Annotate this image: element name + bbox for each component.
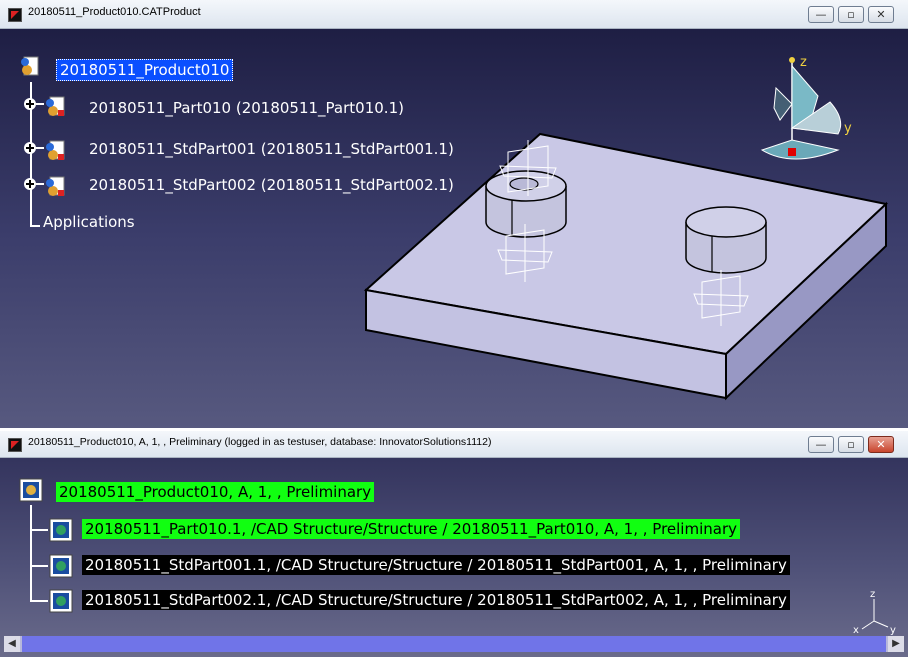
expand-plus-icon[interactable] xyxy=(24,178,44,190)
part-doc-icon xyxy=(49,518,73,542)
specification-tree: 20180511_Product010 20180511_Part010 (20… xyxy=(0,0,480,428)
pdm-item-label: 20180511_StdPart002.1, /CAD Structure/St… xyxy=(82,590,790,610)
boss-cylinder-left xyxy=(485,170,567,238)
product-doc-icon xyxy=(19,478,43,502)
part-doc-icon xyxy=(49,589,73,613)
scroll-right-arrow-icon[interactable]: ▶ xyxy=(888,636,904,652)
tree-root-label[interactable]: 20180511_Product010 xyxy=(56,59,234,81)
tree-item-applications[interactable]: Applications xyxy=(40,213,138,231)
scroll-left-arrow-icon[interactable]: ◀ xyxy=(4,636,20,652)
tree-item-label: 20180511_StdPart002 (20180511_StdPart002… xyxy=(89,176,454,194)
pdm-root-label[interactable]: 20180511_Product010, A, 1, , Preliminary xyxy=(56,482,375,502)
catia-product-window: 20180511_Product010.CATProduct — ▫ ✕ z y… xyxy=(0,0,908,428)
pdm-item-label: 20180511_Part010.1, /CAD Structure/Struc… xyxy=(82,519,740,539)
expand-plus-icon[interactable] xyxy=(24,142,44,154)
compass-y-label: y xyxy=(844,121,852,136)
horizontal-scrollbar[interactable]: ◀ ▶ xyxy=(4,636,904,652)
axis-triad-icon: z x y xyxy=(853,589,896,636)
tree-item-label: 20180511_Part010 (20180511_Part010.1) xyxy=(89,99,404,117)
part-doc-icon xyxy=(49,554,73,578)
compass-icon[interactable]: z y xyxy=(760,55,852,160)
triad-x-label: x xyxy=(853,625,859,636)
tree-item-label: 20180511_StdPart001 (20180511_StdPart001… xyxy=(89,140,454,158)
compass-z-label: z xyxy=(800,55,807,70)
part-icon xyxy=(46,96,65,116)
product-icon xyxy=(21,56,39,76)
pdm-structure-window: 20180511_Product010, A, 1, , Preliminary… xyxy=(0,431,908,657)
pdm-root-node[interactable]: 20180511_Product010, A, 1, , Preliminary xyxy=(56,482,375,502)
pdm-item-label: 20180511_StdPart001.1, /CAD Structure/St… xyxy=(82,555,790,575)
triad-y-label: y xyxy=(890,625,896,636)
applications-label: Applications xyxy=(43,213,135,231)
part-icon xyxy=(46,140,65,160)
tree-root-node[interactable]: 20180511_Product010 xyxy=(56,59,234,81)
triad-z-label: z xyxy=(870,589,875,600)
part-icon xyxy=(46,176,65,196)
boss-cylinder-right xyxy=(685,206,767,274)
pdm-structure-tree: 20180511_Product010, A, 1, , Preliminary… xyxy=(0,431,908,657)
scrollbar-thumb[interactable] xyxy=(22,636,886,652)
expand-plus-icon[interactable] xyxy=(24,98,44,110)
